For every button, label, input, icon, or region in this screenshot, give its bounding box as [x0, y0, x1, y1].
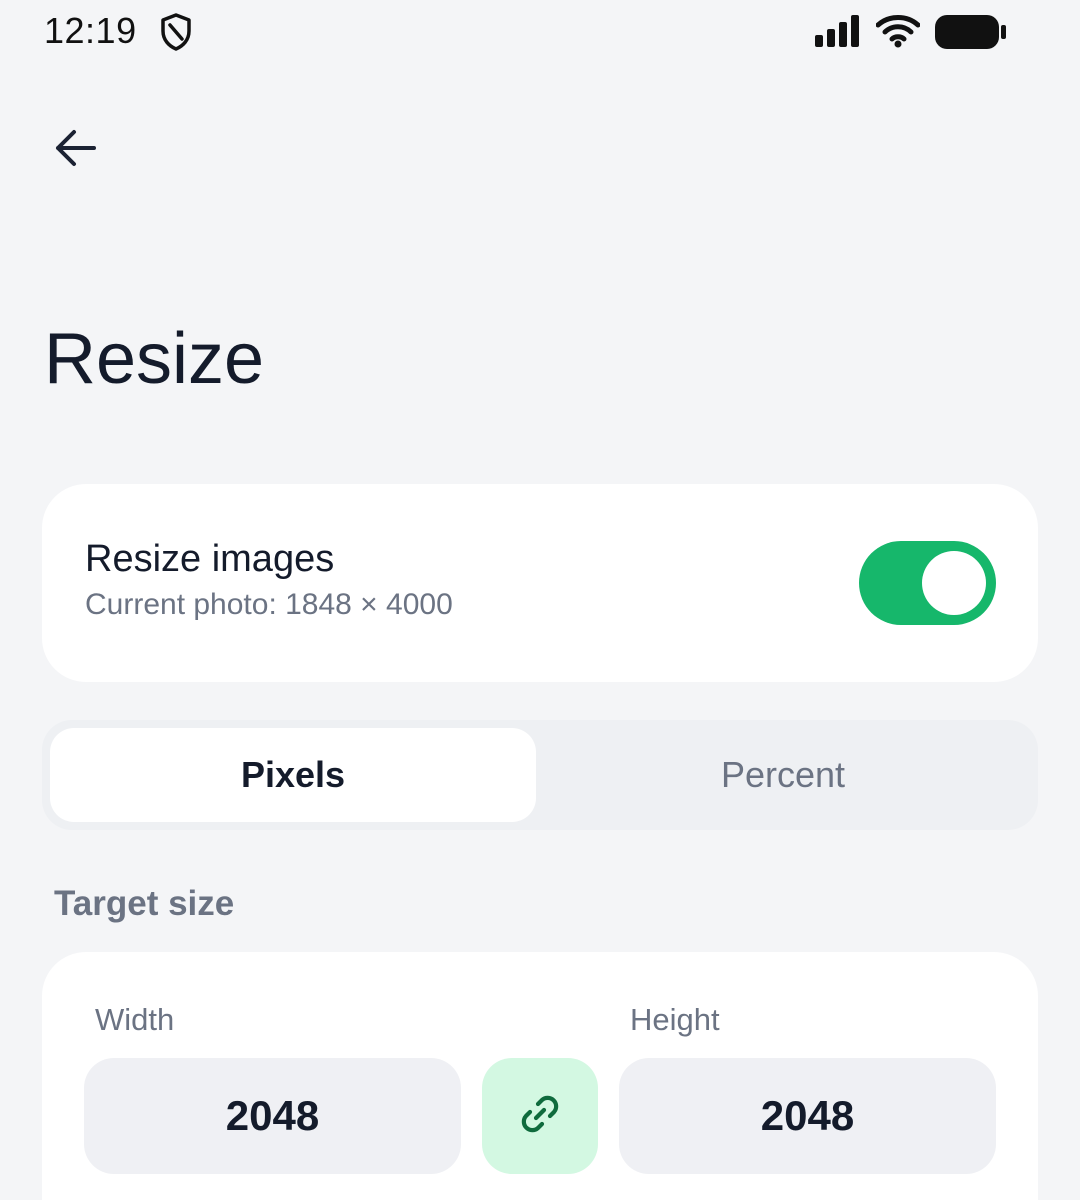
width-input[interactable]: 2048 — [84, 1058, 461, 1174]
page-title: Resize — [44, 319, 265, 399]
resize-images-card: Resize images Current photo: 1848 × 4000 — [42, 484, 1038, 682]
target-size-label: Target size — [54, 884, 235, 923]
height-label: Height — [630, 1002, 720, 1037]
status-bar: 12:19 — [0, 0, 1080, 64]
battery-icon — [935, 14, 1007, 50]
shield-icon — [160, 13, 192, 51]
arrow-left-icon — [52, 128, 98, 173]
resize-images-toggle[interactable] — [859, 541, 996, 625]
status-time: 12:19 — [44, 10, 137, 51]
link-icon — [516, 1090, 564, 1143]
current-photo-size: Current photo: 1848 × 4000 — [85, 588, 453, 621]
resize-images-title: Resize images — [85, 538, 335, 580]
tab-percent[interactable]: Percent — [540, 728, 1026, 822]
link-aspect-ratio-button[interactable] — [482, 1058, 598, 1174]
height-input[interactable]: 2048 — [619, 1058, 996, 1174]
wifi-icon — [875, 14, 921, 48]
target-size-card: Width Height 2048 2048 — [42, 952, 1038, 1200]
tab-pixels[interactable]: Pixels — [50, 728, 536, 822]
signal-icon — [815, 15, 861, 47]
units-segmented-control: Pixels Percent — [42, 720, 1038, 830]
toggle-knob — [922, 551, 986, 615]
width-label: Width — [95, 1002, 175, 1037]
back-button[interactable] — [40, 115, 110, 185]
